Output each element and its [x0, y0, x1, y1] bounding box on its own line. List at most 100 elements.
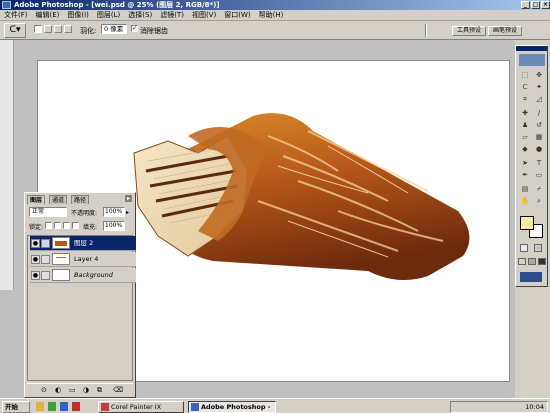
link-icon[interactable]: [41, 271, 50, 280]
link-icon[interactable]: [41, 255, 50, 264]
quicklaunch-media-icon[interactable]: [72, 402, 80, 411]
marquee-icon[interactable]: ⬚: [519, 70, 531, 80]
lasso-icon[interactable]: ᑕ: [519, 82, 531, 92]
opacity-input[interactable]: 100%: [103, 207, 125, 217]
subtract-selection-icon[interactable]: [54, 25, 62, 33]
eyedropper-icon[interactable]: ⌿: [533, 184, 545, 194]
menu-view[interactable]: 视图(V): [188, 10, 220, 21]
corel-painter-icon: [101, 403, 109, 411]
screen-mode-full-icon[interactable]: [538, 258, 546, 265]
antialias-label: 消除锯齿: [140, 27, 168, 35]
lock-transparency-icon[interactable]: [45, 222, 52, 229]
layer-set-icon[interactable]: ▭: [69, 386, 76, 394]
tab-layers[interactable]: 图层: [27, 195, 46, 204]
trash-icon[interactable]: ⌫: [113, 386, 123, 394]
zoom-icon[interactable]: ⌕: [533, 196, 545, 206]
window-title: Adobe Photoshop - [wei.psd @ 25% (图层 2, …: [14, 1, 220, 9]
options-divider: [425, 24, 427, 37]
task-corel-painter[interactable]: Corel Painter IX: [98, 401, 184, 413]
layer-style-icon[interactable]: ⊙: [41, 386, 47, 394]
crop-icon[interactable]: ⌗: [519, 94, 531, 104]
brush-presets-tab[interactable]: 画笔预设: [488, 26, 522, 36]
path-selection-icon[interactable]: ➤: [519, 158, 531, 168]
adobe-online-icon[interactable]: [519, 54, 545, 66]
lasso-tool-preset-button[interactable]: ᑕ▾: [4, 23, 26, 38]
eye-icon[interactable]: ●: [31, 271, 40, 280]
quick-mask-icon[interactable]: [534, 244, 542, 252]
add-selection-icon[interactable]: [44, 25, 52, 33]
blend-mode-select[interactable]: 正常: [29, 207, 67, 217]
pen-icon[interactable]: ✒: [519, 170, 531, 180]
move-icon[interactable]: ✥: [533, 70, 545, 80]
menu-image[interactable]: 图像(I): [63, 10, 93, 21]
eye-icon[interactable]: ●: [31, 239, 40, 248]
tab-channels[interactable]: 通道: [49, 195, 68, 204]
notes-icon[interactable]: ▤: [519, 184, 531, 194]
fill-label: 填充:: [83, 224, 98, 231]
panel-menu-arrow-icon[interactable]: ▸: [125, 195, 132, 202]
hand-icon[interactable]: ✋: [519, 196, 531, 206]
menu-edit[interactable]: 编辑(E): [32, 10, 64, 21]
quicklaunch-app-icon[interactable]: [48, 402, 56, 411]
lock-all-icon[interactable]: [72, 222, 79, 229]
new-selection-icon[interactable]: [34, 25, 42, 33]
menu-layer[interactable]: 图层(L): [93, 10, 124, 21]
jump-to-imageready-icon[interactable]: [520, 272, 542, 282]
layer-row-4[interactable]: ● Layer 4: [30, 252, 136, 267]
layer-row-background[interactable]: ● Background: [30, 268, 136, 283]
quicklaunch-ie-icon[interactable]: [36, 402, 44, 411]
feather-input[interactable]: 0 像素: [101, 24, 127, 34]
layer-row-2[interactable]: ● 图层 2: [30, 236, 136, 251]
task-label: Adobe Photoshop - [w...: [201, 403, 271, 411]
clone-stamp-icon[interactable]: ♟: [519, 120, 531, 130]
tool-presets-tab[interactable]: 工具预设: [452, 26, 486, 36]
shape-icon[interactable]: ▭: [533, 170, 545, 180]
start-button[interactable]: 开始: [2, 401, 30, 413]
screen-mode-full-menu-icon[interactable]: [528, 258, 536, 265]
task-photoshop[interactable]: Adobe Photoshop - [w...: [188, 401, 276, 413]
fill-input[interactable]: 100%: [103, 221, 125, 231]
healing-brush-icon[interactable]: ✚: [519, 108, 531, 118]
minimize-button[interactable]: _: [521, 1, 530, 9]
tab-paths[interactable]: 路径: [71, 195, 90, 204]
type-icon[interactable]: T: [533, 158, 545, 168]
clock: 10:04: [525, 403, 544, 411]
standard-mode-icon[interactable]: [520, 244, 528, 252]
close-button[interactable]: ×: [541, 1, 550, 9]
dodge-icon[interactable]: ●: [533, 144, 545, 154]
blur-icon[interactable]: ◆: [519, 144, 531, 154]
intersect-selection-icon[interactable]: [64, 25, 72, 33]
new-layer-icon[interactable]: ⧉: [97, 386, 102, 395]
screen-mode-standard-icon[interactable]: [518, 258, 526, 265]
menu-select[interactable]: 选择(S): [124, 10, 156, 21]
brush-link-icon[interactable]: [41, 239, 50, 248]
menu-bar: 文件(F) 编辑(E) 图像(I) 图层(L) 选择(S) 滤镜(T) 视图(V) 窗口(W)…: [0, 10, 550, 21]
layer-thumbnail: [52, 253, 70, 265]
menu-help[interactable]: 帮助(H): [255, 10, 288, 21]
layer-thumbnail: [52, 269, 70, 281]
brush-icon[interactable]: ∕: [533, 108, 545, 118]
menu-window[interactable]: 窗口(W): [220, 10, 254, 21]
layers-list: ● 图层 2 ● Layer 4 ● Background: [27, 235, 136, 381]
antialias-checkbox[interactable]: ✓: [131, 25, 138, 32]
lock-image-icon[interactable]: [54, 222, 61, 229]
lock-position-icon[interactable]: [63, 222, 70, 229]
maximize-button[interactable]: □: [531, 1, 540, 9]
eye-icon[interactable]: ●: [31, 255, 40, 264]
history-brush-icon[interactable]: ↺: [533, 120, 545, 130]
menu-filter[interactable]: 滤镜(T): [156, 10, 188, 21]
layer-name: Background: [74, 271, 113, 279]
magic-wand-icon[interactable]: ✦: [533, 82, 545, 92]
foreground-color-swatch[interactable]: [520, 216, 534, 230]
opacity-arrow-icon[interactable]: ▸: [126, 209, 129, 216]
opacity-label: 不透明度:: [71, 210, 98, 217]
gradient-icon[interactable]: ▦: [533, 132, 545, 142]
layer-mask-icon[interactable]: ◐: [55, 386, 61, 394]
slice-icon[interactable]: ◿: [533, 94, 545, 104]
eraser-icon[interactable]: ▱: [519, 132, 531, 142]
adjustment-layer-icon[interactable]: ◑: [83, 386, 89, 394]
quicklaunch-ps-icon[interactable]: [60, 402, 68, 411]
menu-file[interactable]: 文件(F): [0, 10, 32, 21]
task-label: Corel Painter IX: [111, 403, 162, 411]
feather-label: 羽化:: [80, 27, 97, 35]
